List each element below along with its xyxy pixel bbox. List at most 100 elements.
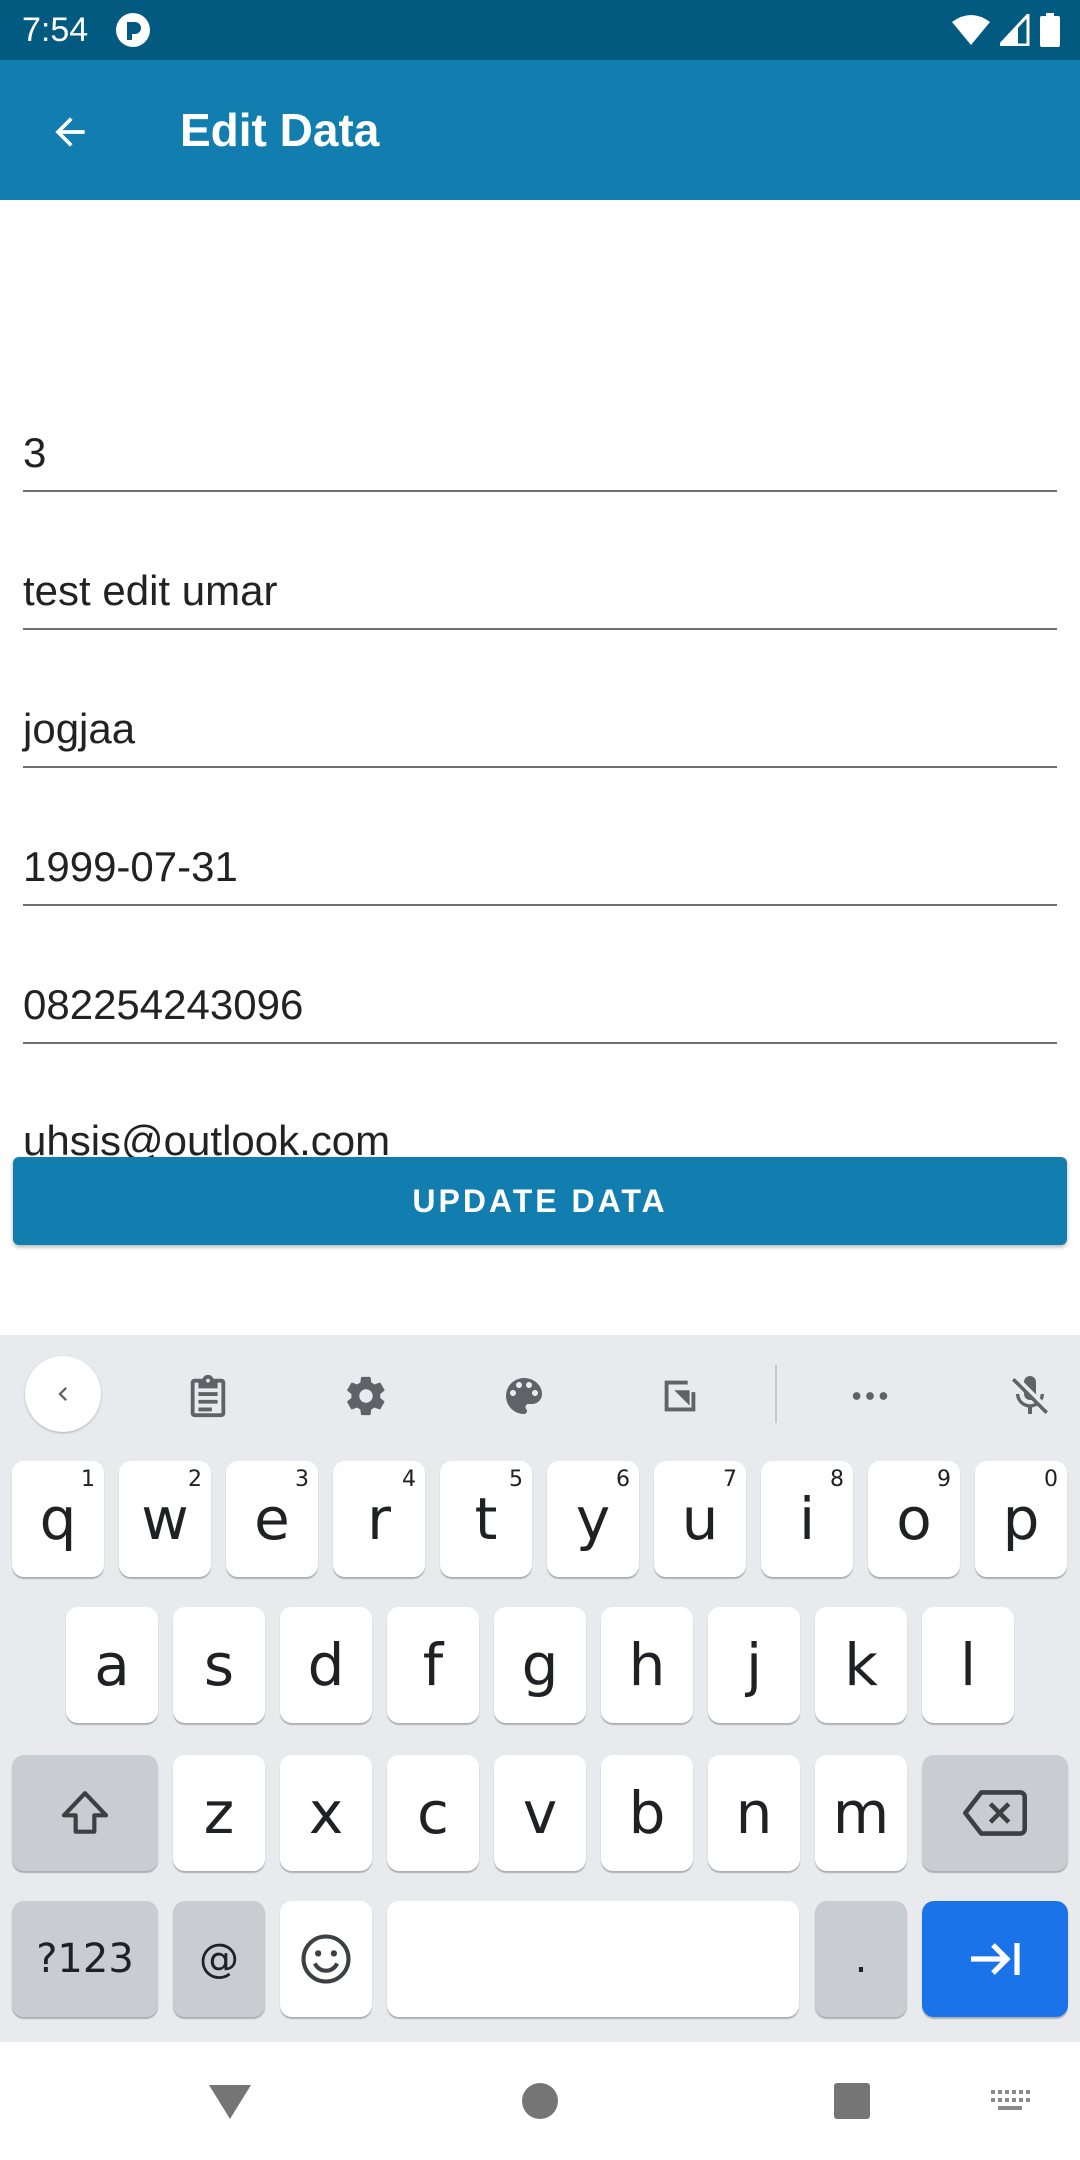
key-m[interactable]: m <box>815 1755 907 1871</box>
toolbar-divider <box>775 1365 777 1423</box>
gear-icon <box>347 1376 385 1416</box>
key-c[interactable]: c <box>387 1755 479 1871</box>
key-hint: 2 <box>188 1467 202 1492</box>
key-v[interactable]: v <box>494 1755 586 1871</box>
app-notification-icon <box>116 13 150 47</box>
keyboard-icon <box>991 2090 1030 2110</box>
key-f[interactable]: f <box>387 1607 479 1723</box>
nav-back-button[interactable] <box>190 2042 270 2160</box>
palette-icon <box>506 1378 542 1414</box>
next-key[interactable] <box>922 1901 1068 2017</box>
page-title: Edit Data <box>180 104 380 156</box>
symbols-key[interactable]: ?123 <box>12 1901 158 2017</box>
soft-keyboard: q1 w2 e3 r4 t5 y6 u7 i8 o9 p0 a s d f g … <box>0 1335 1080 2042</box>
key-hint: 0 <box>1044 1467 1058 1492</box>
key-label: u <box>681 1485 719 1553</box>
nav-home-button[interactable] <box>500 2042 580 2160</box>
chevron-left-icon <box>58 1387 67 1401</box>
name-field[interactable]: test edit umar <box>23 550 1057 630</box>
nav-recents-button[interactable] <box>812 2042 892 2160</box>
shift-key[interactable] <box>12 1755 158 1871</box>
status-time: 7:54 <box>22 11 89 49</box>
shift-icon <box>61 1791 109 1834</box>
key-hint: 9 <box>937 1467 951 1492</box>
key-label: e <box>254 1485 290 1553</box>
key-w[interactable]: w2 <box>119 1461 211 1577</box>
key-label: y <box>575 1485 611 1553</box>
voice-input-button[interactable] <box>995 1361 1065 1431</box>
back-button[interactable] <box>30 92 110 172</box>
field-underline <box>23 766 1057 768</box>
key-a[interactable]: a <box>66 1607 158 1723</box>
keyboard-collapse-button[interactable] <box>25 1356 101 1432</box>
key-p[interactable]: p0 <box>975 1461 1067 1577</box>
field-underline <box>23 628 1057 630</box>
clipboard-button[interactable] <box>173 1361 243 1431</box>
tab-next-icon <box>971 1943 1020 1975</box>
birthdate-field-value: 1999-07-31 <box>23 843 238 890</box>
key-hint: 4 <box>402 1467 416 1492</box>
wifi-icon <box>952 15 990 45</box>
nav-home-circle-icon <box>522 2083 558 2119</box>
cell-signal-icon <box>1000 14 1030 46</box>
address-field[interactable]: jogjaa <box>23 688 1057 768</box>
key-x[interactable]: x <box>280 1755 372 1871</box>
emoji-key[interactable] <box>280 1901 372 2017</box>
key-hint: 3 <box>295 1467 309 1492</box>
at-key[interactable]: @ <box>173 1901 265 2017</box>
mic-off-icon <box>1012 1376 1048 1414</box>
settings-button[interactable] <box>331 1361 401 1431</box>
theme-button[interactable] <box>489 1361 559 1431</box>
key-r[interactable]: r4 <box>333 1461 425 1577</box>
key-hint: 6 <box>616 1467 630 1492</box>
id-field-value: 3 <box>23 429 47 476</box>
address-field-value: jogjaa <box>23 705 136 752</box>
key-g[interactable]: g <box>494 1607 586 1723</box>
birthdate-field[interactable]: 1999-07-31 <box>23 826 1057 906</box>
key-hint: 5 <box>509 1467 523 1492</box>
key-s[interactable]: s <box>173 1607 265 1723</box>
space-key[interactable] <box>387 1901 799 2017</box>
period-key[interactable]: . <box>815 1901 907 2017</box>
key-d[interactable]: d <box>280 1607 372 1723</box>
emoji-icon <box>301 1934 351 1984</box>
key-label: q <box>39 1485 77 1553</box>
key-j[interactable]: j <box>708 1607 800 1723</box>
phone-field[interactable]: 082254243096 <box>23 964 1057 1044</box>
key-hint: 8 <box>830 1467 844 1492</box>
key-hint: 7 <box>723 1467 737 1492</box>
key-l[interactable]: l <box>922 1607 1014 1723</box>
navigation-bar <box>0 2042 1080 2160</box>
key-label: w <box>141 1485 189 1553</box>
key-label: p <box>1002 1485 1040 1553</box>
status-bar: 7:54 <box>0 0 1080 60</box>
one-handed-mode-button[interactable] <box>645 1361 715 1431</box>
key-q[interactable]: q1 <box>12 1461 104 1577</box>
keyboard-toolbar <box>0 1335 1080 1455</box>
key-e[interactable]: e3 <box>226 1461 318 1577</box>
key-o[interactable]: o9 <box>868 1461 960 1577</box>
key-y[interactable]: y6 <box>547 1461 639 1577</box>
key-label: t <box>474 1485 498 1553</box>
field-underline <box>23 1042 1057 1044</box>
key-k[interactable]: k <box>815 1607 907 1723</box>
battery-icon <box>1040 13 1060 47</box>
key-label: r <box>367 1485 391 1553</box>
key-label: i <box>798 1485 816 1553</box>
keyboard-switch-button[interactable] <box>980 2042 1040 2160</box>
key-i[interactable]: i8 <box>761 1461 853 1577</box>
key-b[interactable]: b <box>601 1755 693 1871</box>
phone-field-value: 082254243096 <box>23 981 304 1028</box>
field-underline <box>23 904 1057 906</box>
key-u[interactable]: u7 <box>654 1461 746 1577</box>
update-data-button[interactable]: UPDATE DATA <box>13 1157 1067 1245</box>
key-n[interactable]: n <box>708 1755 800 1871</box>
backspace-key[interactable] <box>922 1755 1068 1871</box>
key-t[interactable]: t5 <box>440 1461 532 1577</box>
id-field[interactable]: 3 <box>23 412 1057 492</box>
more-options-button[interactable] <box>835 1361 905 1431</box>
key-h[interactable]: h <box>601 1607 693 1723</box>
key-z[interactable]: z <box>173 1755 265 1871</box>
backspace-icon <box>963 1790 1027 1836</box>
key-hint: 1 <box>81 1467 95 1492</box>
